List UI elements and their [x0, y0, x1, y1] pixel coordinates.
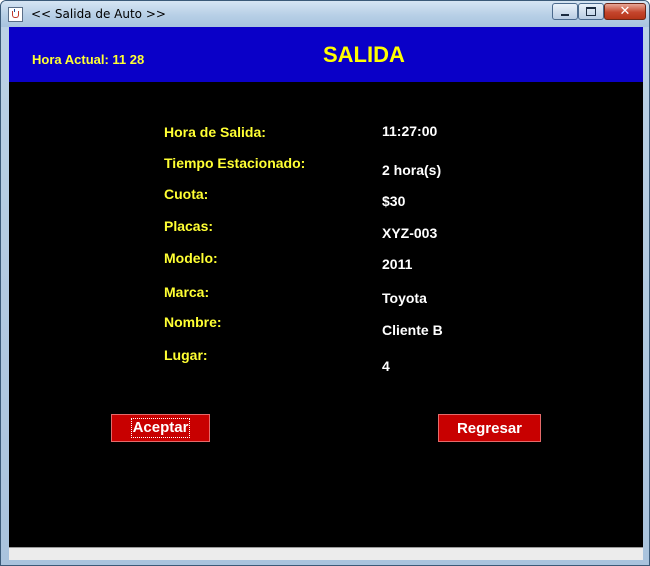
fee-value: $30: [382, 193, 406, 209]
window-title: << Salida de Auto >>: [31, 7, 166, 21]
model-label: Modelo:: [164, 250, 218, 266]
maximize-button[interactable]: [578, 3, 604, 20]
name-value: Cliente B: [382, 322, 443, 338]
spot-label: Lugar:: [164, 347, 208, 363]
maximize-icon: [586, 7, 596, 16]
accept-button[interactable]: Aceptar: [111, 414, 210, 442]
departure-time-label: Hora de Salida:: [164, 124, 266, 140]
minimize-icon: [561, 13, 569, 16]
accept-button-label: Aceptar: [130, 418, 191, 438]
plates-label: Placas:: [164, 218, 214, 234]
plates-value: XYZ-003: [382, 225, 438, 241]
content-panel: Hora Actual: 11 28 SALIDA Hora de Salida…: [9, 27, 643, 547]
status-bar: [9, 547, 643, 560]
spot-value: 4: [382, 358, 390, 374]
brand-value: Toyota: [382, 290, 427, 306]
current-time-label: Hora Actual: 11 28: [32, 52, 145, 67]
model-value: 2011: [382, 256, 413, 272]
page-title: SALIDA: [323, 42, 405, 67]
back-button[interactable]: Regresar: [438, 414, 541, 442]
brand-label: Marca:: [164, 284, 210, 300]
name-label: Nombre:: [164, 314, 222, 330]
parked-time-value: 2 hora(s): [382, 162, 442, 178]
app-window: << Salida de Auto >> ✕ Hora Actual: 11 2…: [0, 0, 650, 566]
close-icon: ✕: [619, 4, 631, 19]
title-bar[interactable]: << Salida de Auto >> ✕: [1, 1, 649, 27]
parked-time-label: Tiempo Estacionado:: [164, 155, 306, 171]
departure-time-value: 11:27:00: [382, 123, 438, 139]
java-cup-icon[interactable]: [8, 7, 23, 22]
close-button[interactable]: ✕: [604, 3, 646, 20]
minimize-button[interactable]: [552, 3, 578, 20]
header-bar: Hora Actual: 11 28 SALIDA: [9, 27, 643, 82]
fee-label: Cuota:: [164, 186, 209, 202]
